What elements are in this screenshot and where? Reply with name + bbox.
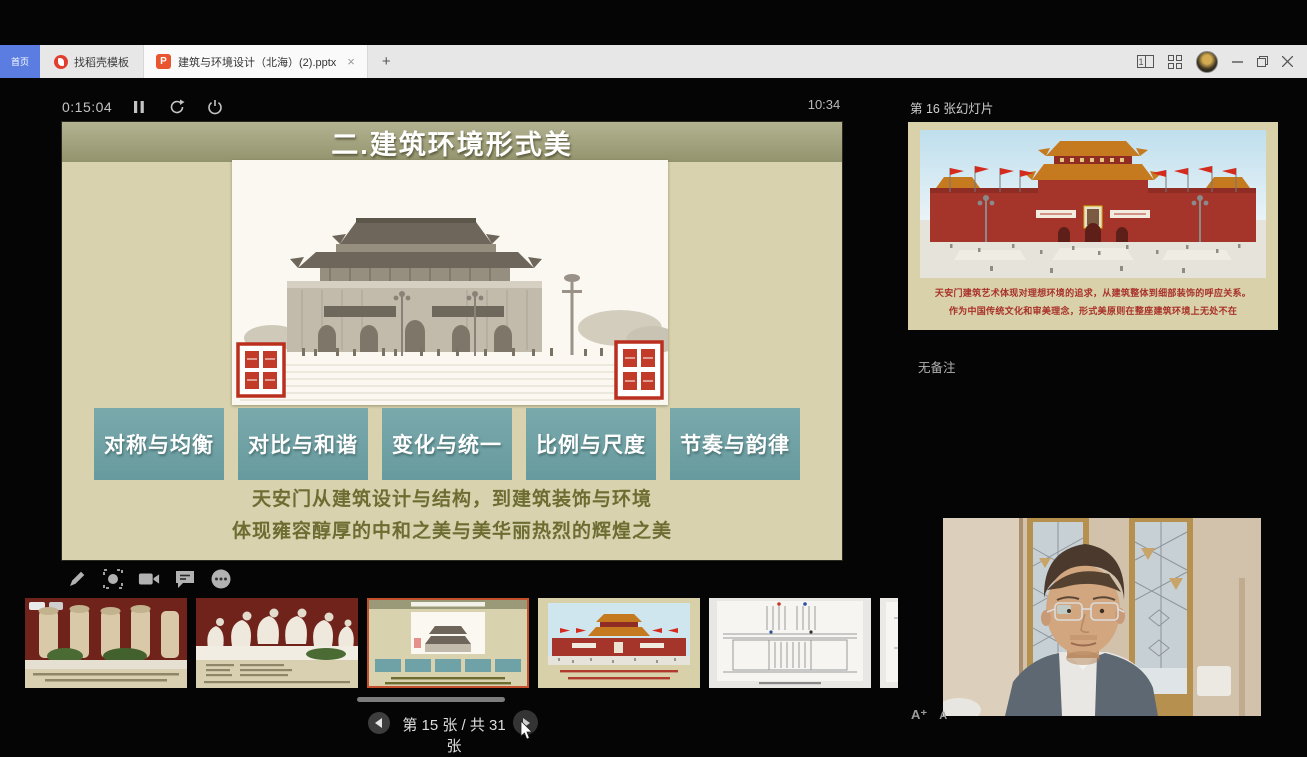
prev-slide-button[interactable] xyxy=(368,712,390,734)
seal-left xyxy=(238,344,284,396)
window-controls: 1 xyxy=(1137,45,1307,78)
presenter-timer-group: 0:15:04 xyxy=(62,96,226,118)
slide-title-band: 二.建筑环境形式美 xyxy=(62,122,842,162)
grid-view-icon[interactable] xyxy=(1168,55,1182,69)
font-decrease-icon[interactable]: A xyxy=(939,710,947,722)
layout-toggle-icon[interactable]: 1 xyxy=(1137,55,1154,68)
thumbnail-slide-17[interactable] xyxy=(709,598,871,688)
seal-right xyxy=(616,342,662,398)
minimize-icon[interactable] xyxy=(1232,56,1243,67)
laser-pointer-icon[interactable] xyxy=(102,568,124,590)
close-window-icon[interactable] xyxy=(1282,56,1293,67)
annotation-toolbar xyxy=(66,568,232,590)
tiananmen-etching-image xyxy=(232,160,668,405)
tab-document[interactable]: P 建筑与环境设计（北海）(2).pptx × xyxy=(143,45,368,78)
mouse-cursor xyxy=(520,721,534,746)
principle-contrast: 对比与和谐 xyxy=(238,408,368,480)
page-indicator: 第 15 张 / 共 31 张 xyxy=(398,714,510,756)
tab-home[interactable]: 首页 xyxy=(0,45,40,78)
restart-timer-icon[interactable] xyxy=(166,96,188,118)
current-slide[interactable]: 二.建筑环境形式美 xyxy=(62,122,842,560)
thumbnail-scrollbar[interactable] xyxy=(357,697,505,702)
thumbnail-slide-13[interactable] xyxy=(25,598,187,688)
preview-caption-line1: 天安门建筑艺术体现对理想环境的追求，从建筑整体到细部装饰的呼应关系。 xyxy=(908,286,1278,299)
thumbnail-slide-15-current[interactable] xyxy=(367,598,529,688)
next-slide-header: 第 16 张幻灯片 xyxy=(910,98,993,117)
thumbnail-slide-14[interactable] xyxy=(196,598,358,688)
pause-icon[interactable] xyxy=(128,96,150,118)
slide-title: 二.建筑环境形式美 xyxy=(331,123,573,162)
restore-icon[interactable] xyxy=(1257,56,1268,67)
thumbnail-slide-16[interactable] xyxy=(538,598,700,688)
tab-template-label: 找稻壳模板 xyxy=(74,54,129,70)
pen-icon[interactable] xyxy=(66,568,88,590)
svg-text:1: 1 xyxy=(1138,57,1143,67)
font-increase-icon[interactable]: A⁺ xyxy=(911,707,927,723)
tiananmen-photo xyxy=(920,130,1266,278)
docer-icon xyxy=(54,55,68,69)
ppt-file-icon: P xyxy=(156,54,171,69)
tab-home-label: 首页 xyxy=(11,55,29,68)
slide-thumbnail-strip xyxy=(25,598,898,690)
design-principles-row: 对称与均衡 对比与和谐 变化与统一 比例与尺度 节奏与韵律 xyxy=(94,408,810,480)
next-slide-preview[interactable]: 天安门建筑艺术体现对理想环境的追求，从建筑整体到细部装饰的呼应关系。 作为中国传… xyxy=(908,122,1278,330)
principle-variation: 变化与统一 xyxy=(382,408,512,480)
browser-tabbar: 首页 找稻壳模板 P 建筑与环境设计（北海）(2).pptx × + 1 xyxy=(0,45,1307,78)
preview-caption-line2: 作为中国传统文化和审美理念，形式美原则在整座建筑环境上无处不在 xyxy=(908,304,1278,317)
notes-font-size-controls: A⁺ A xyxy=(911,707,947,723)
notes-empty-label: 无备注 xyxy=(918,357,956,376)
principle-symmetry: 对称与均衡 xyxy=(94,408,224,480)
principle-proportion: 比例与尺度 xyxy=(526,408,656,480)
presenter-webcam-video[interactable] xyxy=(943,518,1261,716)
user-avatar[interactable] xyxy=(1196,51,1218,73)
slide-caption-line1: 天安门从建筑设计与结构，到建筑装饰与环境 xyxy=(62,484,842,511)
timer-value: 0:15:04 xyxy=(62,99,112,115)
new-tab-button[interactable]: + xyxy=(368,45,405,78)
camera-icon[interactable] xyxy=(138,568,160,590)
power-end-show-icon[interactable] xyxy=(204,96,226,118)
thumbnail-slide-18-partial[interactable] xyxy=(880,598,898,688)
slide-caption-line2: 体现雍容醇厚的中和之美与美华丽热烈的辉煌之美 xyxy=(62,516,842,543)
principle-rhythm: 节奏与韵律 xyxy=(670,408,800,480)
more-options-icon[interactable] xyxy=(210,568,232,590)
tab-close-icon[interactable]: × xyxy=(347,54,355,69)
tab-template[interactable]: 找稻壳模板 xyxy=(40,45,143,78)
comment-icon[interactable] xyxy=(174,568,196,590)
wall-clock: 10:34 xyxy=(796,97,852,112)
tab-document-label: 建筑与环境设计（北海）(2).pptx xyxy=(178,54,336,70)
